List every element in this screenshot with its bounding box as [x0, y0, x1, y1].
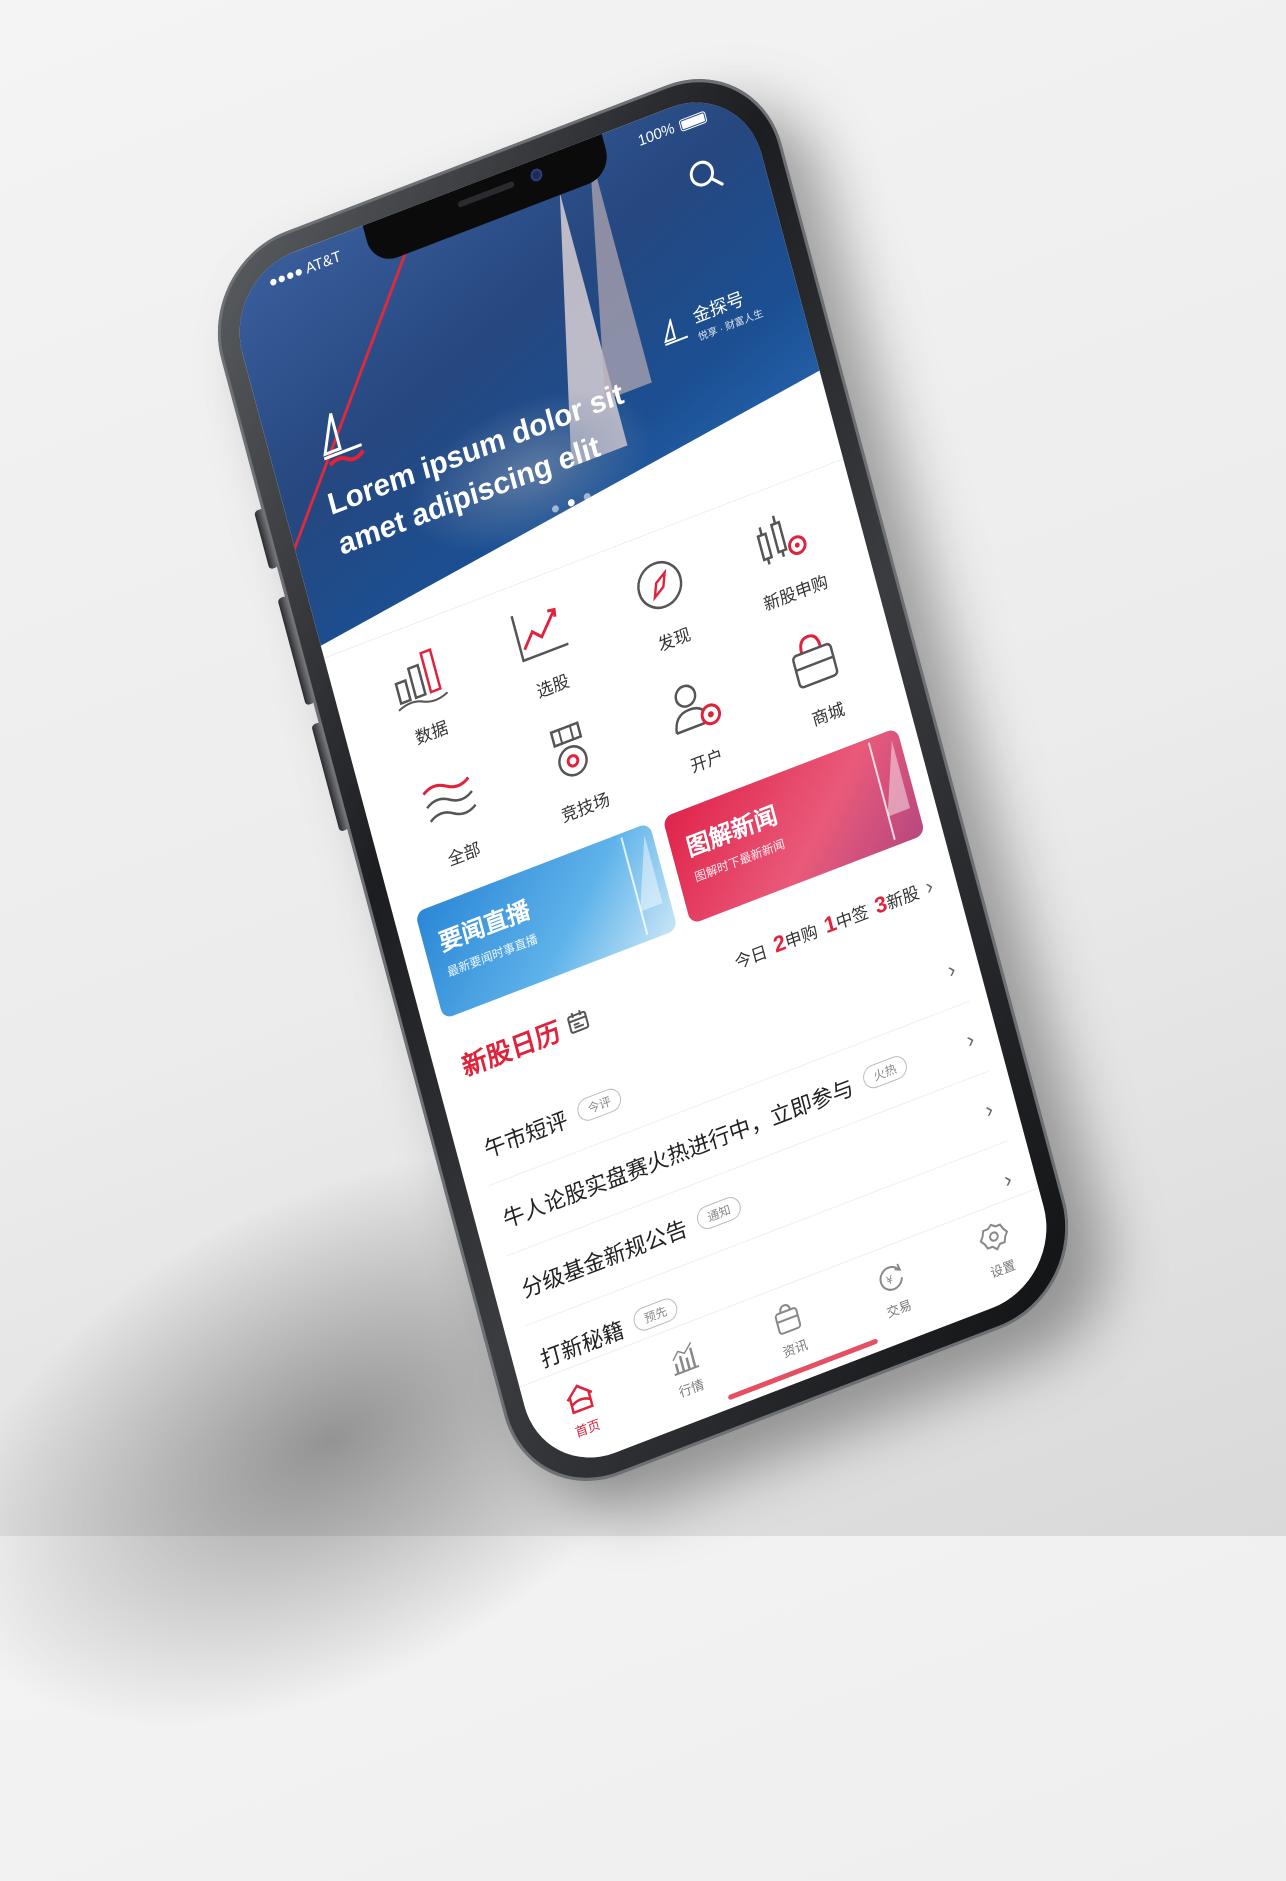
- tab-label: 资讯: [781, 1336, 810, 1361]
- news-tag: 火热: [860, 1052, 910, 1092]
- new-label: 新股: [884, 882, 922, 914]
- ipo-calendar-title-group: 新股日历: [457, 999, 594, 1084]
- shortcut-open-account[interactable]: 开户: [623, 652, 770, 795]
- shortcut-discover[interactable]: 发现: [591, 531, 738, 674]
- volume-down-button: [311, 721, 350, 833]
- chevron-right-icon: ›: [944, 955, 959, 983]
- brand-sailboat-icon: [664, 316, 689, 346]
- earpiece-speaker: [457, 180, 515, 209]
- win-label: 中签: [833, 902, 871, 933]
- battery-icon: [678, 110, 708, 132]
- battery-percent: 100%: [636, 119, 677, 150]
- chevron-right-icon: ›: [1000, 1165, 1015, 1193]
- mute-switch: [253, 508, 279, 570]
- shopping-bag-icon: [792, 634, 839, 689]
- carrier-name: AT&T: [303, 247, 343, 278]
- chevron-right-icon: ›: [922, 872, 936, 900]
- waves-all-icon: [422, 776, 477, 823]
- shortcut-label: 竞技场: [559, 789, 612, 827]
- front-camera: [529, 167, 544, 183]
- compass-icon: [637, 560, 683, 610]
- shortcut-label: 发现: [656, 624, 693, 656]
- ipo-subscribe-icon: [756, 515, 807, 565]
- medal-arena-icon: [549, 721, 588, 777]
- shortcut-all[interactable]: 全部: [381, 745, 528, 888]
- ipo-calendar-title: 新股日历: [458, 1015, 564, 1082]
- shortcut-mall[interactable]: 商城: [745, 605, 892, 748]
- sailboat-logo-icon: [323, 413, 365, 467]
- tab-label: 设置: [988, 1257, 1018, 1281]
- shortcut-label: 全部: [445, 839, 483, 870]
- volume-up-button: [277, 595, 316, 706]
- tab-label: 首页: [573, 1416, 602, 1441]
- open-account-icon: [674, 684, 722, 735]
- news-tag: 今评: [574, 1085, 624, 1125]
- stats-prefix: 今日: [732, 941, 770, 973]
- shortcut-label: 开户: [688, 746, 726, 777]
- subscribe-label: 申购: [783, 921, 820, 953]
- chevron-right-icon: ›: [963, 1025, 977, 1053]
- shortcut-ipo-subscribe[interactable]: 新股申购: [712, 484, 859, 627]
- svg-text:¥: ¥: [885, 1273, 895, 1288]
- bar-data-icon: [394, 648, 449, 712]
- tab-home[interactable]: 首页: [559, 1375, 606, 1443]
- tab-trade[interactable]: ¥ 交易: [871, 1256, 918, 1324]
- calendar-icon: [567, 1009, 590, 1034]
- tab-label: 交易: [885, 1296, 914, 1321]
- shortcut-data[interactable]: 数据: [348, 624, 495, 767]
- shortcut-stock-pick[interactable]: 选股: [469, 577, 616, 720]
- tab-market[interactable]: 行情: [663, 1335, 710, 1403]
- news-title: 午市短评: [481, 1106, 571, 1163]
- stock-pick-icon: [510, 607, 569, 663]
- shortcut-label: 数据: [413, 717, 451, 749]
- chevron-right-icon: ›: [982, 1095, 996, 1123]
- shortcut-label: 选股: [534, 671, 572, 702]
- tab-label: 行情: [677, 1376, 706, 1401]
- tab-settings[interactable]: 设置: [974, 1216, 1021, 1284]
- news-tag: 通知: [694, 1193, 744, 1233]
- shortcut-label: 商城: [810, 699, 847, 731]
- tab-news[interactable]: 资讯: [767, 1295, 814, 1363]
- brand-badge: 金探号 悦享 · 财富人生: [656, 279, 764, 356]
- shortcut-arena[interactable]: 竞技场: [502, 699, 649, 842]
